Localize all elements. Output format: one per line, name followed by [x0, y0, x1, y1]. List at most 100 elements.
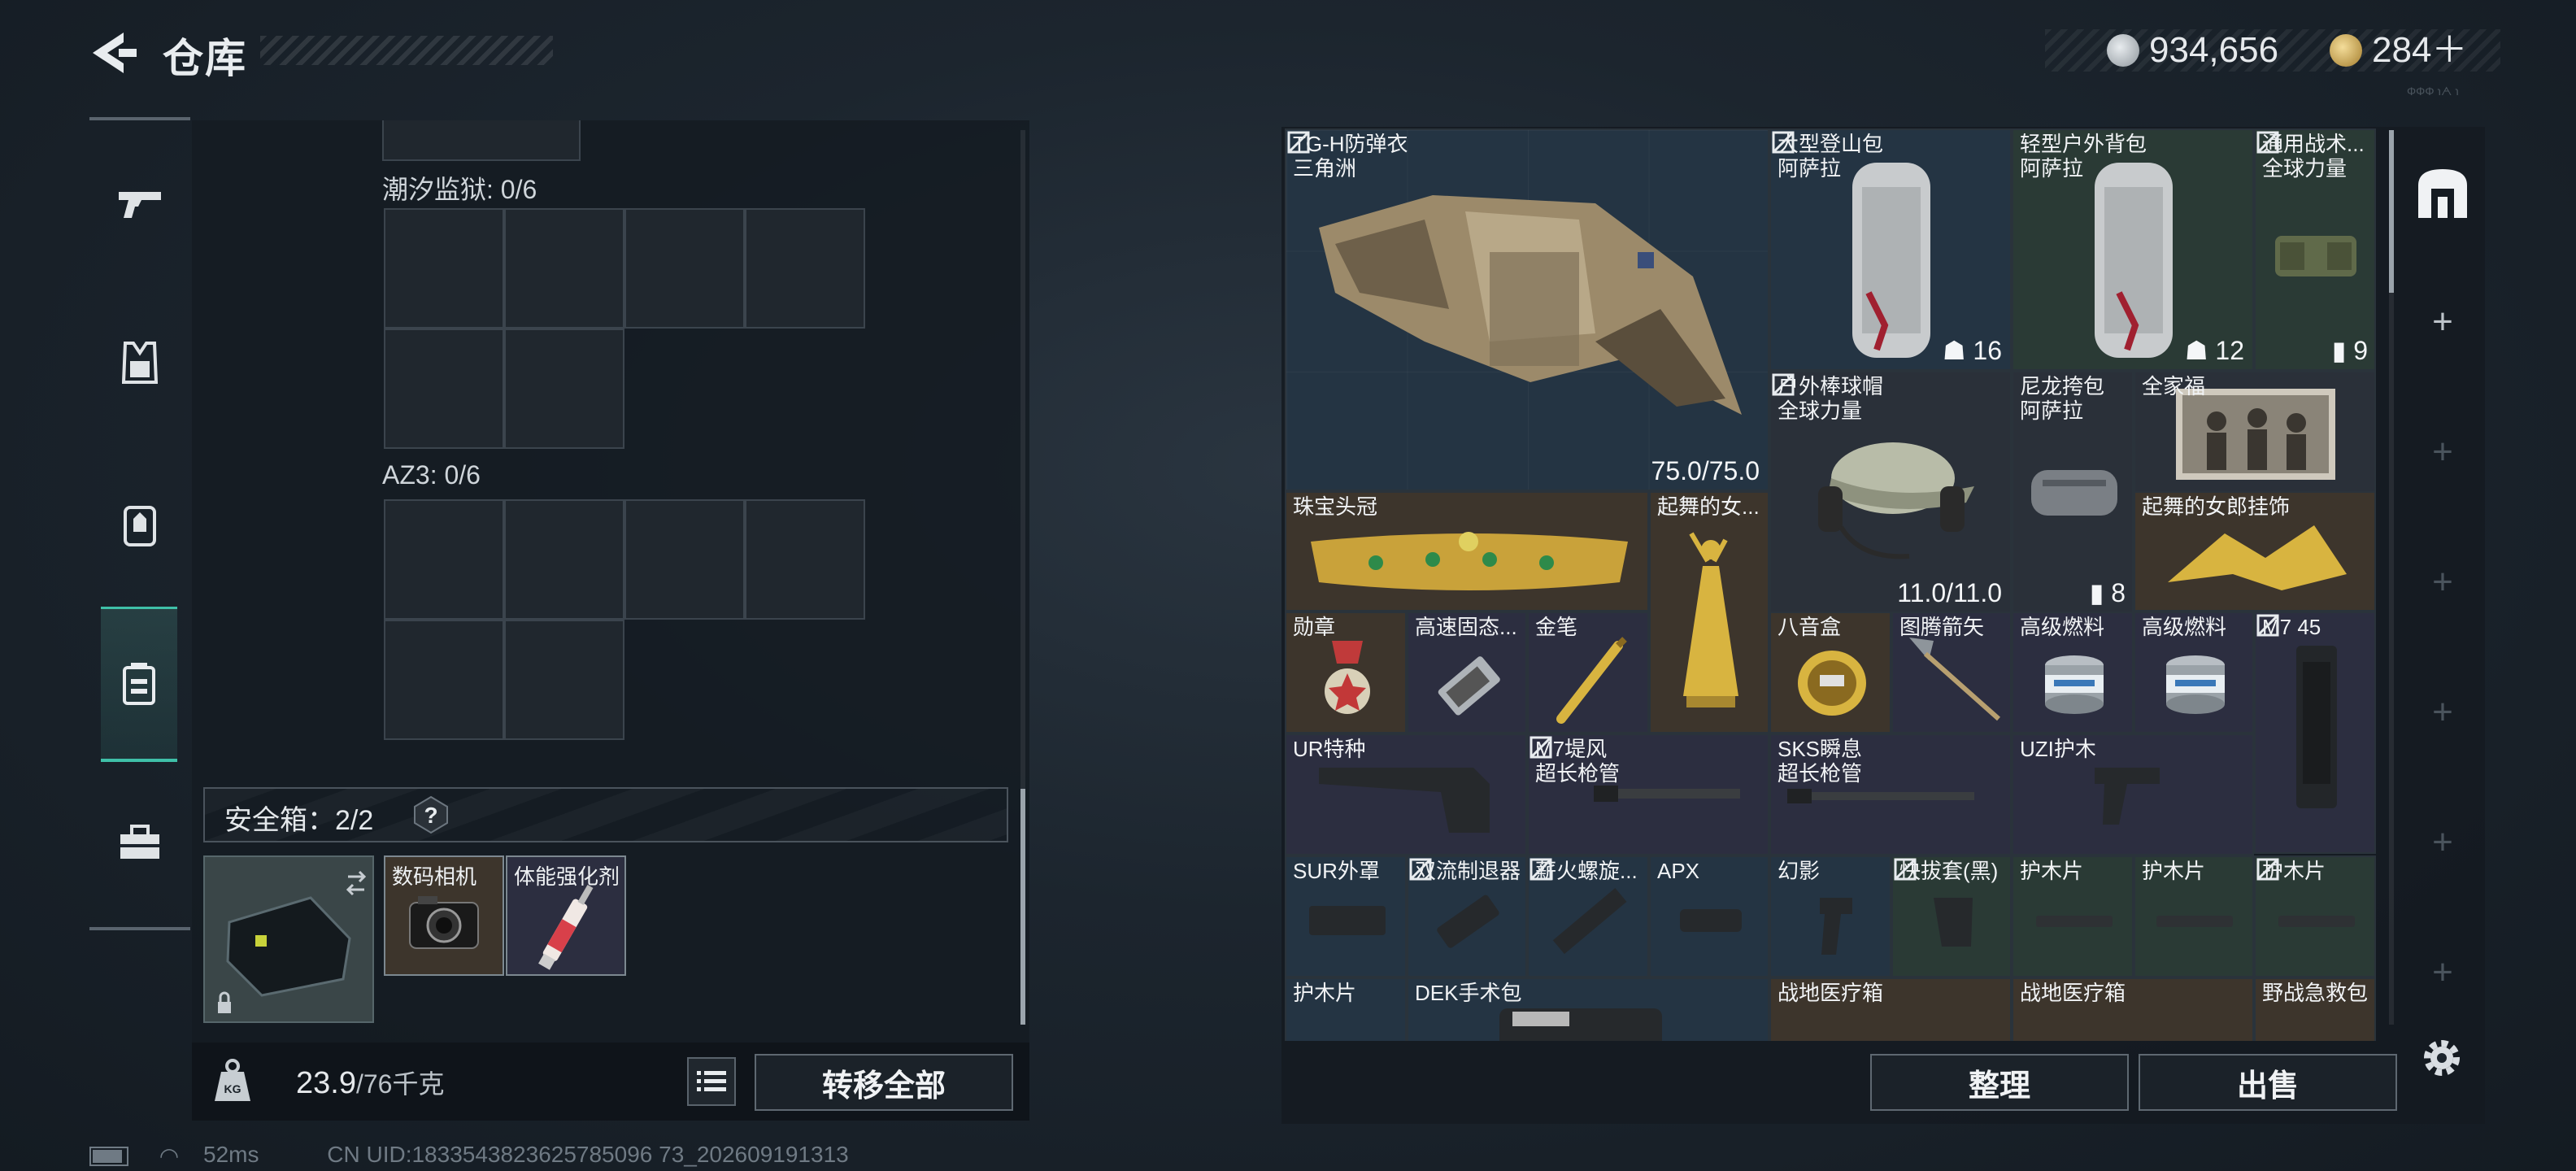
sell-button[interactable]: 出售 — [2139, 1054, 2397, 1111]
safe-slot-camera[interactable]: 数码相机 — [384, 855, 504, 976]
item-name: 护木片 — [1293, 981, 1357, 1005]
item-totem-arrow[interactable]: 图腾箭矢 — [1891, 612, 2012, 734]
item-barrel[interactable]: SKS瞬息 超长枪管 — [1769, 734, 2012, 855]
item-fuel[interactable]: 高级燃料 — [2012, 612, 2134, 734]
item-ssd[interactable]: 高速固态... — [1407, 612, 1527, 734]
safe-slot-stimulant[interactable]: 体能强化剂 — [506, 855, 626, 976]
add-storage-button[interactable]: + — [2418, 818, 2467, 867]
rail-divider — [89, 117, 190, 120]
tab-storage-main[interactable] — [2402, 150, 2483, 237]
item-gold-pen[interactable]: 金笔 — [1527, 612, 1649, 734]
help-icon[interactable]: ? — [411, 795, 450, 834]
item-dancing-lady[interactable]: 起舞的女... — [1649, 491, 1769, 734]
add-storage-button[interactable]: + — [2418, 298, 2467, 346]
add-storage-button[interactable]: + — [2418, 558, 2467, 607]
item-surgical-kit[interactable]: DEK手术包 — [1407, 977, 1769, 1041]
durability: 11.0/11.0 — [1897, 578, 2002, 607]
item-medal[interactable]: 勋章 — [1285, 612, 1407, 734]
add-storage-button[interactable]: + — [2418, 428, 2467, 477]
container-grid[interactable] — [384, 499, 872, 743]
item-handguard-plate[interactable]: 护木片 — [2134, 855, 2254, 977]
item-name: 高级燃料 — [2020, 615, 2105, 639]
scrollbar-thumb[interactable] — [1020, 789, 1025, 1025]
container-label: AZ3: 0/6 — [382, 460, 481, 490]
battery-icon — [89, 1146, 128, 1166]
currency-bar: 934,656 284＋ — [2045, 29, 2500, 72]
item-name: 高速固态... — [1415, 615, 1517, 639]
item-nylon-bag[interactable]: 尼龙挎包 阿萨拉 ▮ 8 — [2012, 371, 2134, 613]
item-field-medkit[interactable]: 战地医疗箱 — [2012, 977, 2254, 1041]
capacity: ☗ 12 — [2184, 336, 2244, 365]
item-vest[interactable]: TG-H防弹衣 三角洲 75.0/75.0 — [1285, 128, 1769, 491]
tab-storage[interactable] — [101, 607, 177, 762]
item-name: 勋章 — [1293, 615, 1336, 639]
item-baseball-cap[interactable]: 户外棒球帽 全球力量 11.0/11.0 — [1769, 371, 2012, 613]
item-family-photo[interactable]: 全家福 — [2134, 371, 2376, 493]
item-barrel[interactable]: M7堤风 超长枪管 — [1527, 734, 1769, 855]
item-holster[interactable]: 快拔套(黑) — [1891, 855, 2012, 977]
user-id: CN UID:1833543823625785096 73_2026091913… — [327, 1142, 849, 1167]
scrollbar-thumb[interactable] — [2389, 130, 2394, 293]
gun-icon — [119, 192, 161, 218]
tab-toolbox[interactable] — [91, 794, 189, 891]
item-light-backpack[interactable]: 轻型户外背包 阿萨拉 ☗ 12 — [2012, 128, 2254, 371]
item-name: SKS瞬息 超长枪管 — [1778, 737, 1863, 786]
item-dancing-pendant[interactable]: 起舞的女郎挂饰 — [2134, 491, 2376, 612]
back-arrow-icon[interactable] — [81, 28, 138, 78]
no-insurance-icon — [1530, 736, 1552, 759]
item-large-backpack[interactable]: 大型登山包 阿萨拉 ☗ 16 — [1769, 128, 2012, 371]
weight-icon: KG — [215, 1059, 250, 1101]
container-grid[interactable] — [384, 208, 872, 452]
item-stock[interactable]: UR特种 — [1285, 734, 1527, 855]
item-jewel-crown[interactable]: 珠宝头冠 — [1285, 491, 1649, 612]
item-first-aid-kit[interactable]: 野战急救包 — [2254, 977, 2376, 1041]
item-name: DEK手术包 — [1415, 981, 1522, 1005]
backpack-icon — [124, 506, 156, 546]
item-name: SUR外罩 — [1293, 859, 1380, 883]
item-name: UR特种 — [1293, 737, 1366, 761]
gold-amount[interactable]: 284＋ — [2372, 29, 2467, 72]
safe-box-item[interactable] — [203, 855, 374, 1023]
item-muzzle-brake[interactable]: 双流制退器 — [1407, 855, 1527, 977]
capacity: ▮ 9 — [2331, 336, 2368, 365]
gear-icon[interactable] — [2415, 1031, 2469, 1085]
add-storage-button[interactable]: + — [2418, 688, 2467, 737]
item-magazine[interactable]: M7 45 — [2254, 612, 2376, 854]
weight-max: /76千克 — [355, 1069, 445, 1099]
item-name: 高级燃料 — [2142, 615, 2227, 639]
tab-weapons[interactable] — [91, 156, 189, 254]
item-music-box[interactable]: 八音盒 — [1769, 612, 1891, 734]
item-handguard-plate[interactable]: 护木片 — [1285, 977, 1407, 1041]
list-view-button[interactable] — [687, 1057, 736, 1106]
item-phantom[interactable]: 幻影 — [1769, 855, 1891, 977]
gold-coin-icon — [2330, 34, 2362, 67]
magazine-icon — [2296, 646, 2337, 808]
sort-button[interactable]: 整理 — [1870, 1054, 2129, 1111]
transfer-all-button[interactable]: 转移全部 — [755, 1054, 1013, 1111]
vest-icon — [122, 342, 158, 384]
item-name: 野战急救包 — [2262, 981, 2369, 1005]
item-name: 起舞的女郎挂饰 — [2142, 494, 2291, 519]
item-name: 战地医疗箱 — [1778, 981, 1884, 1005]
item-sur-cover[interactable]: SUR外罩 — [1285, 855, 1407, 977]
silver-coin-icon — [2107, 34, 2139, 67]
container-label: 潮汐监狱: 0/6 — [382, 175, 537, 204]
wifi-icon: ◠ — [159, 1143, 180, 1169]
item-name: 起舞的女... — [1657, 494, 1760, 519]
toolbox-icon — [120, 825, 159, 859]
status-bar: ◠ 52ms CN UID:1833543823625785096 73_202… — [89, 1142, 849, 1171]
tab-armor[interactable] — [91, 314, 189, 411]
item-name: 护木片 — [2142, 859, 2206, 883]
item-field-medkit[interactable]: 战地医疗箱 — [1769, 977, 2012, 1041]
item-name: 金笔 — [1535, 615, 1578, 639]
item-apx[interactable]: APX — [1649, 855, 1769, 977]
add-storage-button[interactable]: + — [2418, 948, 2467, 997]
item-handguard-plate[interactable]: 护木片 — [2254, 855, 2376, 977]
item-spiral-part[interactable]: 薪火螺旋... — [1527, 855, 1649, 977]
item-handguard-plate[interactable]: 护木片 — [2012, 855, 2134, 977]
weight-value: 23.9 — [296, 1066, 356, 1100]
item-fuel[interactable]: 高级燃料 — [2134, 612, 2254, 734]
item-handguard[interactable]: UZI护木 — [2012, 734, 2254, 855]
tab-backpack[interactable] — [91, 477, 189, 574]
item-chest-rig[interactable]: 通用战术... 全球力量 ▮ 9 — [2254, 128, 2376, 371]
